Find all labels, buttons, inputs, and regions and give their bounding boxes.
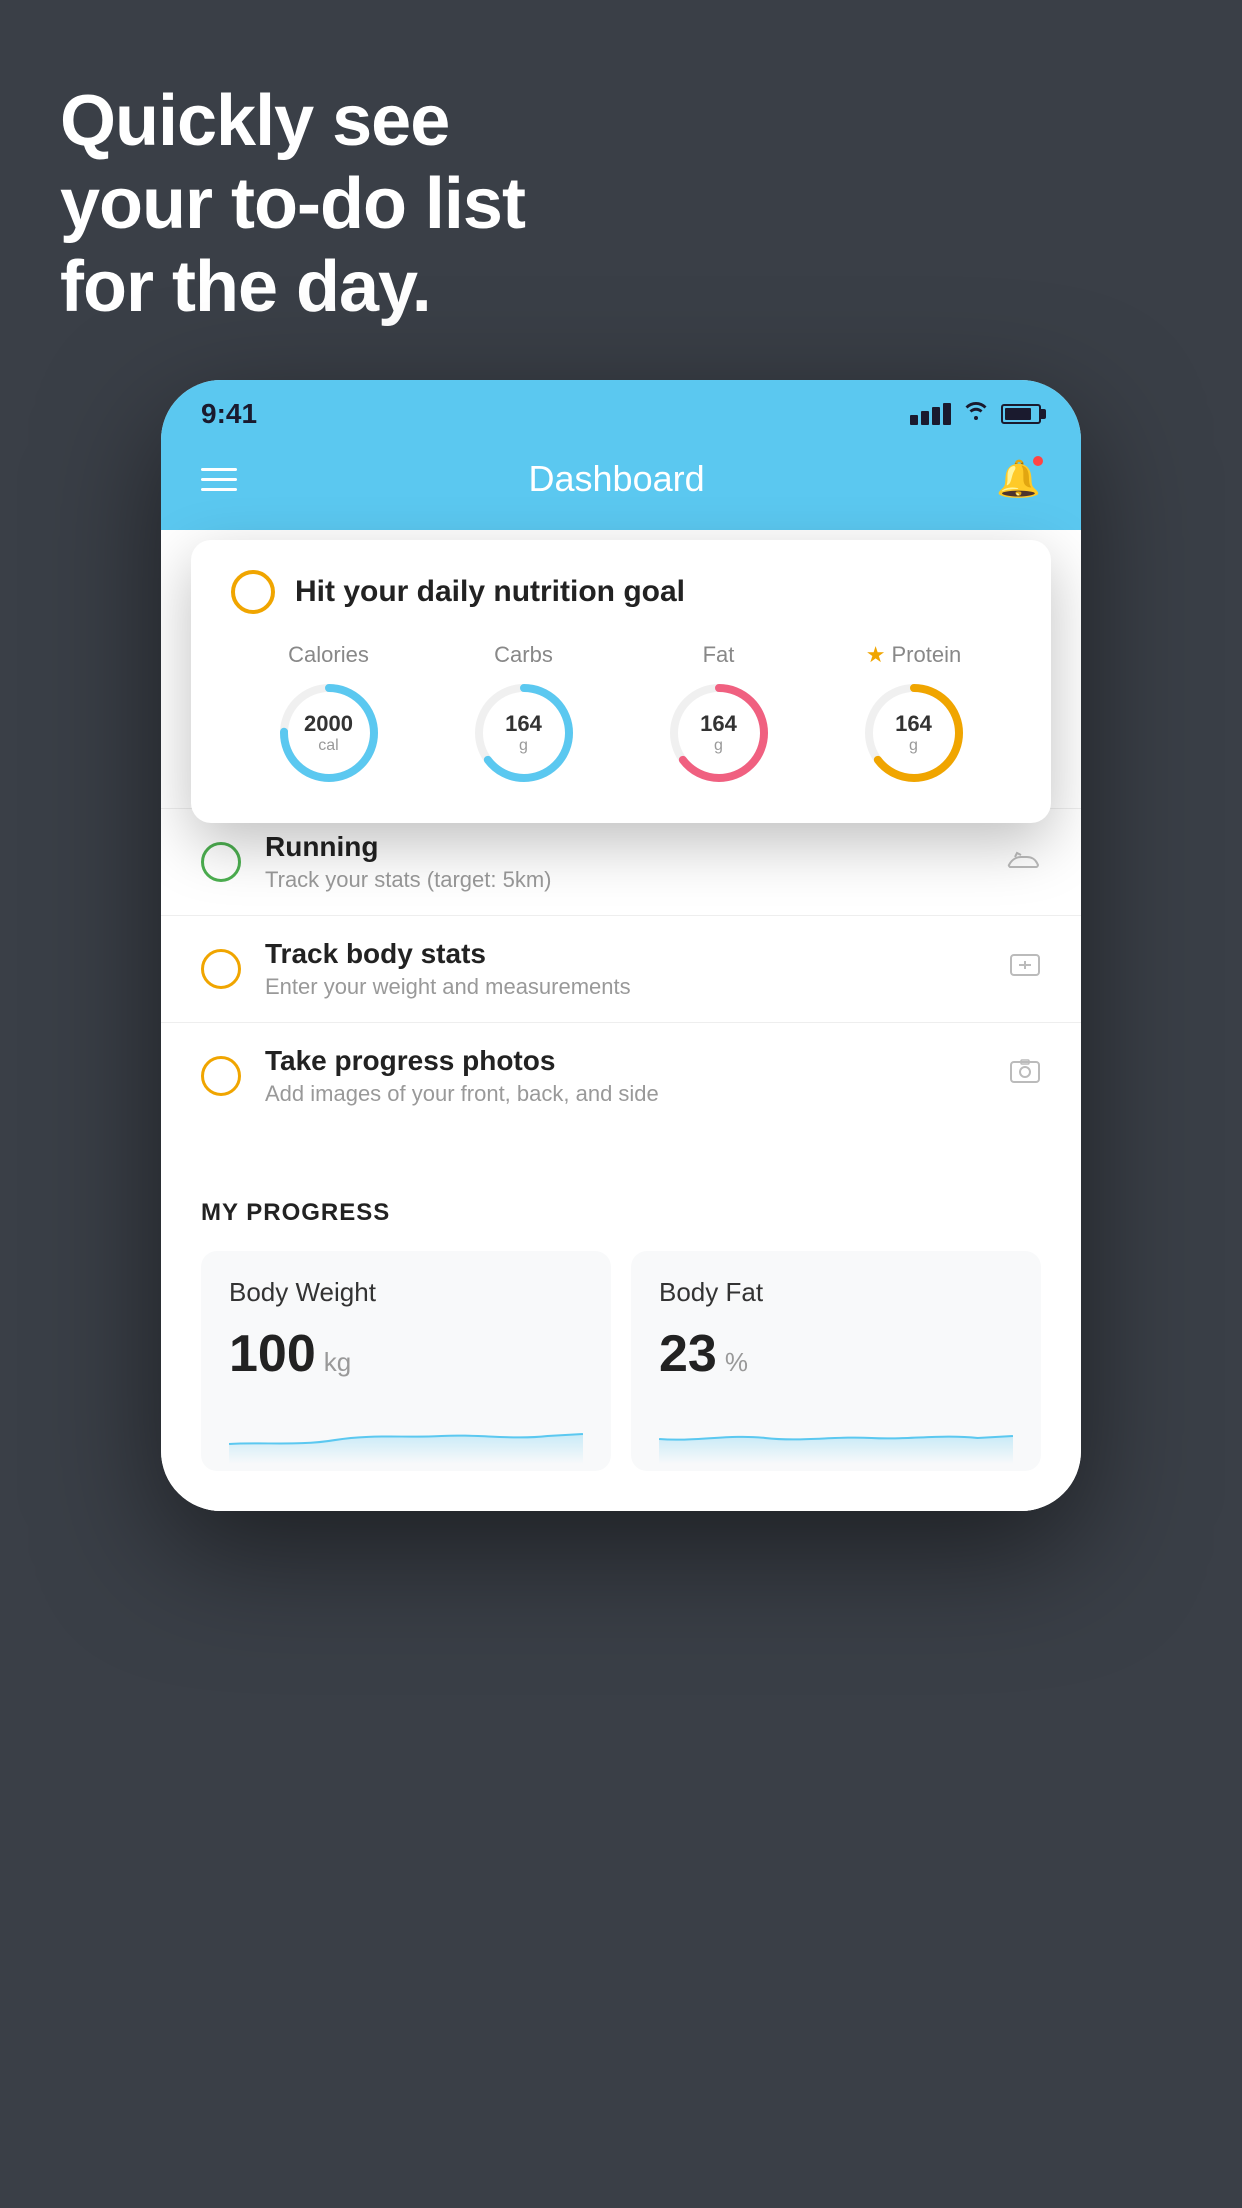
body-weight-value-row: 100 kg bbox=[229, 1324, 583, 1384]
body-fat-value: 23 bbox=[659, 1324, 717, 1384]
nutrition-item-calories: Calories 2000 cal bbox=[274, 642, 384, 788]
calories-chart: 2000 cal bbox=[274, 678, 384, 788]
body-fat-chart bbox=[659, 1404, 1013, 1464]
hero-line1: Quickly see bbox=[60, 80, 525, 163]
progress-cards: Body Weight 100 kg bbox=[201, 1251, 1041, 1471]
body-weight-chart bbox=[229, 1404, 583, 1464]
fat-unit: g bbox=[700, 737, 737, 755]
body-fat-card[interactable]: Body Fat 23 % bbox=[631, 1251, 1041, 1471]
body-fat-value-row: 23 % bbox=[659, 1324, 1013, 1384]
body-weight-title: Body Weight bbox=[229, 1277, 583, 1308]
protein-value: 164 bbox=[895, 711, 932, 737]
hero-line2: your to-do list bbox=[60, 163, 525, 246]
phone-bottom bbox=[161, 1471, 1081, 1511]
phone-wrapper: 9:41 Dashboard bbox=[161, 380, 1081, 1511]
scale-icon bbox=[1009, 949, 1041, 989]
todo-circle-body-stats bbox=[201, 949, 241, 989]
progress-header: MY PROGRESS bbox=[201, 1199, 1041, 1227]
protein-star-icon: ★ bbox=[866, 642, 886, 668]
body-weight-unit: kg bbox=[324, 1347, 351, 1378]
phone-body: THINGS TO DO TODAY Hit your daily nutrit… bbox=[161, 530, 1081, 1511]
protein-chart: 164 g bbox=[859, 678, 969, 788]
todo-item-running[interactable]: Running Track your stats (target: 5km) bbox=[161, 808, 1081, 915]
nutrition-item-protein: ★ Protein 164 g bbox=[859, 642, 969, 788]
fat-value: 164 bbox=[700, 711, 737, 737]
hero-line3: for the day. bbox=[60, 246, 525, 329]
bell-icon[interactable]: 🔔 bbox=[996, 458, 1041, 500]
progress-section: MY PROGRESS Body Weight 100 kg bbox=[161, 1169, 1081, 1471]
signal-icon bbox=[910, 403, 951, 425]
notification-dot bbox=[1031, 454, 1045, 468]
todo-subtitle-photos: Add images of your front, back, and side bbox=[265, 1081, 1009, 1107]
todo-subtitle-body-stats: Enter your weight and measurements bbox=[265, 974, 1009, 1000]
todo-item-photos[interactable]: Take progress photos Add images of your … bbox=[161, 1022, 1081, 1129]
todo-circle-photos bbox=[201, 1056, 241, 1096]
app-header: Dashboard 🔔 bbox=[161, 438, 1081, 530]
todo-subtitle-running: Track your stats (target: 5km) bbox=[265, 867, 1007, 893]
todo-text-body-stats: Track body stats Enter your weight and m… bbox=[265, 938, 1009, 1000]
shoe-icon bbox=[1007, 845, 1041, 879]
protein-unit: g bbox=[895, 737, 932, 755]
photo-icon bbox=[1009, 1056, 1041, 1096]
nutrition-item-fat: Fat 164 g bbox=[664, 642, 774, 788]
hamburger-icon[interactable] bbox=[201, 468, 237, 491]
nutrition-check-circle[interactable] bbox=[231, 570, 275, 614]
status-icons bbox=[910, 401, 1041, 427]
todo-text-running: Running Track your stats (target: 5km) bbox=[265, 831, 1007, 893]
nutrition-circles: Calories 2000 cal bbox=[231, 642, 1011, 788]
todo-item-body-stats[interactable]: Track body stats Enter your weight and m… bbox=[161, 915, 1081, 1022]
nutrition-card-title: Hit your daily nutrition goal bbox=[295, 575, 685, 609]
carbs-unit: g bbox=[505, 737, 542, 755]
todo-title-photos: Take progress photos bbox=[265, 1045, 1009, 1077]
carbs-chart: 164 g bbox=[469, 678, 579, 788]
body-fat-unit: % bbox=[725, 1347, 748, 1378]
nutrition-card: Hit your daily nutrition goal Calories bbox=[191, 540, 1051, 823]
fat-label: Fat bbox=[703, 642, 735, 668]
card-title-row: Hit your daily nutrition goal bbox=[231, 570, 1011, 614]
battery-icon bbox=[1001, 404, 1041, 424]
carbs-label: Carbs bbox=[494, 642, 553, 668]
calories-value: 2000 bbox=[304, 711, 353, 737]
phone: 9:41 Dashboard bbox=[161, 380, 1081, 1511]
fat-chart: 164 g bbox=[664, 678, 774, 788]
body-weight-value: 100 bbox=[229, 1324, 316, 1384]
todo-title-body-stats: Track body stats bbox=[265, 938, 1009, 970]
wifi-icon bbox=[963, 401, 989, 427]
todo-circle-running bbox=[201, 842, 241, 882]
body-weight-card[interactable]: Body Weight 100 kg bbox=[201, 1251, 611, 1471]
todo-title-running: Running bbox=[265, 831, 1007, 863]
nutrition-item-carbs: Carbs 164 g bbox=[469, 642, 579, 788]
header-title: Dashboard bbox=[529, 458, 705, 500]
status-bar: 9:41 bbox=[161, 380, 1081, 438]
calories-label: Calories bbox=[288, 642, 369, 668]
status-time: 9:41 bbox=[201, 398, 257, 430]
carbs-value: 164 bbox=[505, 711, 542, 737]
calories-unit: cal bbox=[304, 737, 353, 755]
todo-text-photos: Take progress photos Add images of your … bbox=[265, 1045, 1009, 1107]
protein-label: Protein bbox=[892, 642, 962, 668]
body-fat-title: Body Fat bbox=[659, 1277, 1013, 1308]
hero-text: Quickly see your to-do list for the day. bbox=[60, 80, 525, 328]
